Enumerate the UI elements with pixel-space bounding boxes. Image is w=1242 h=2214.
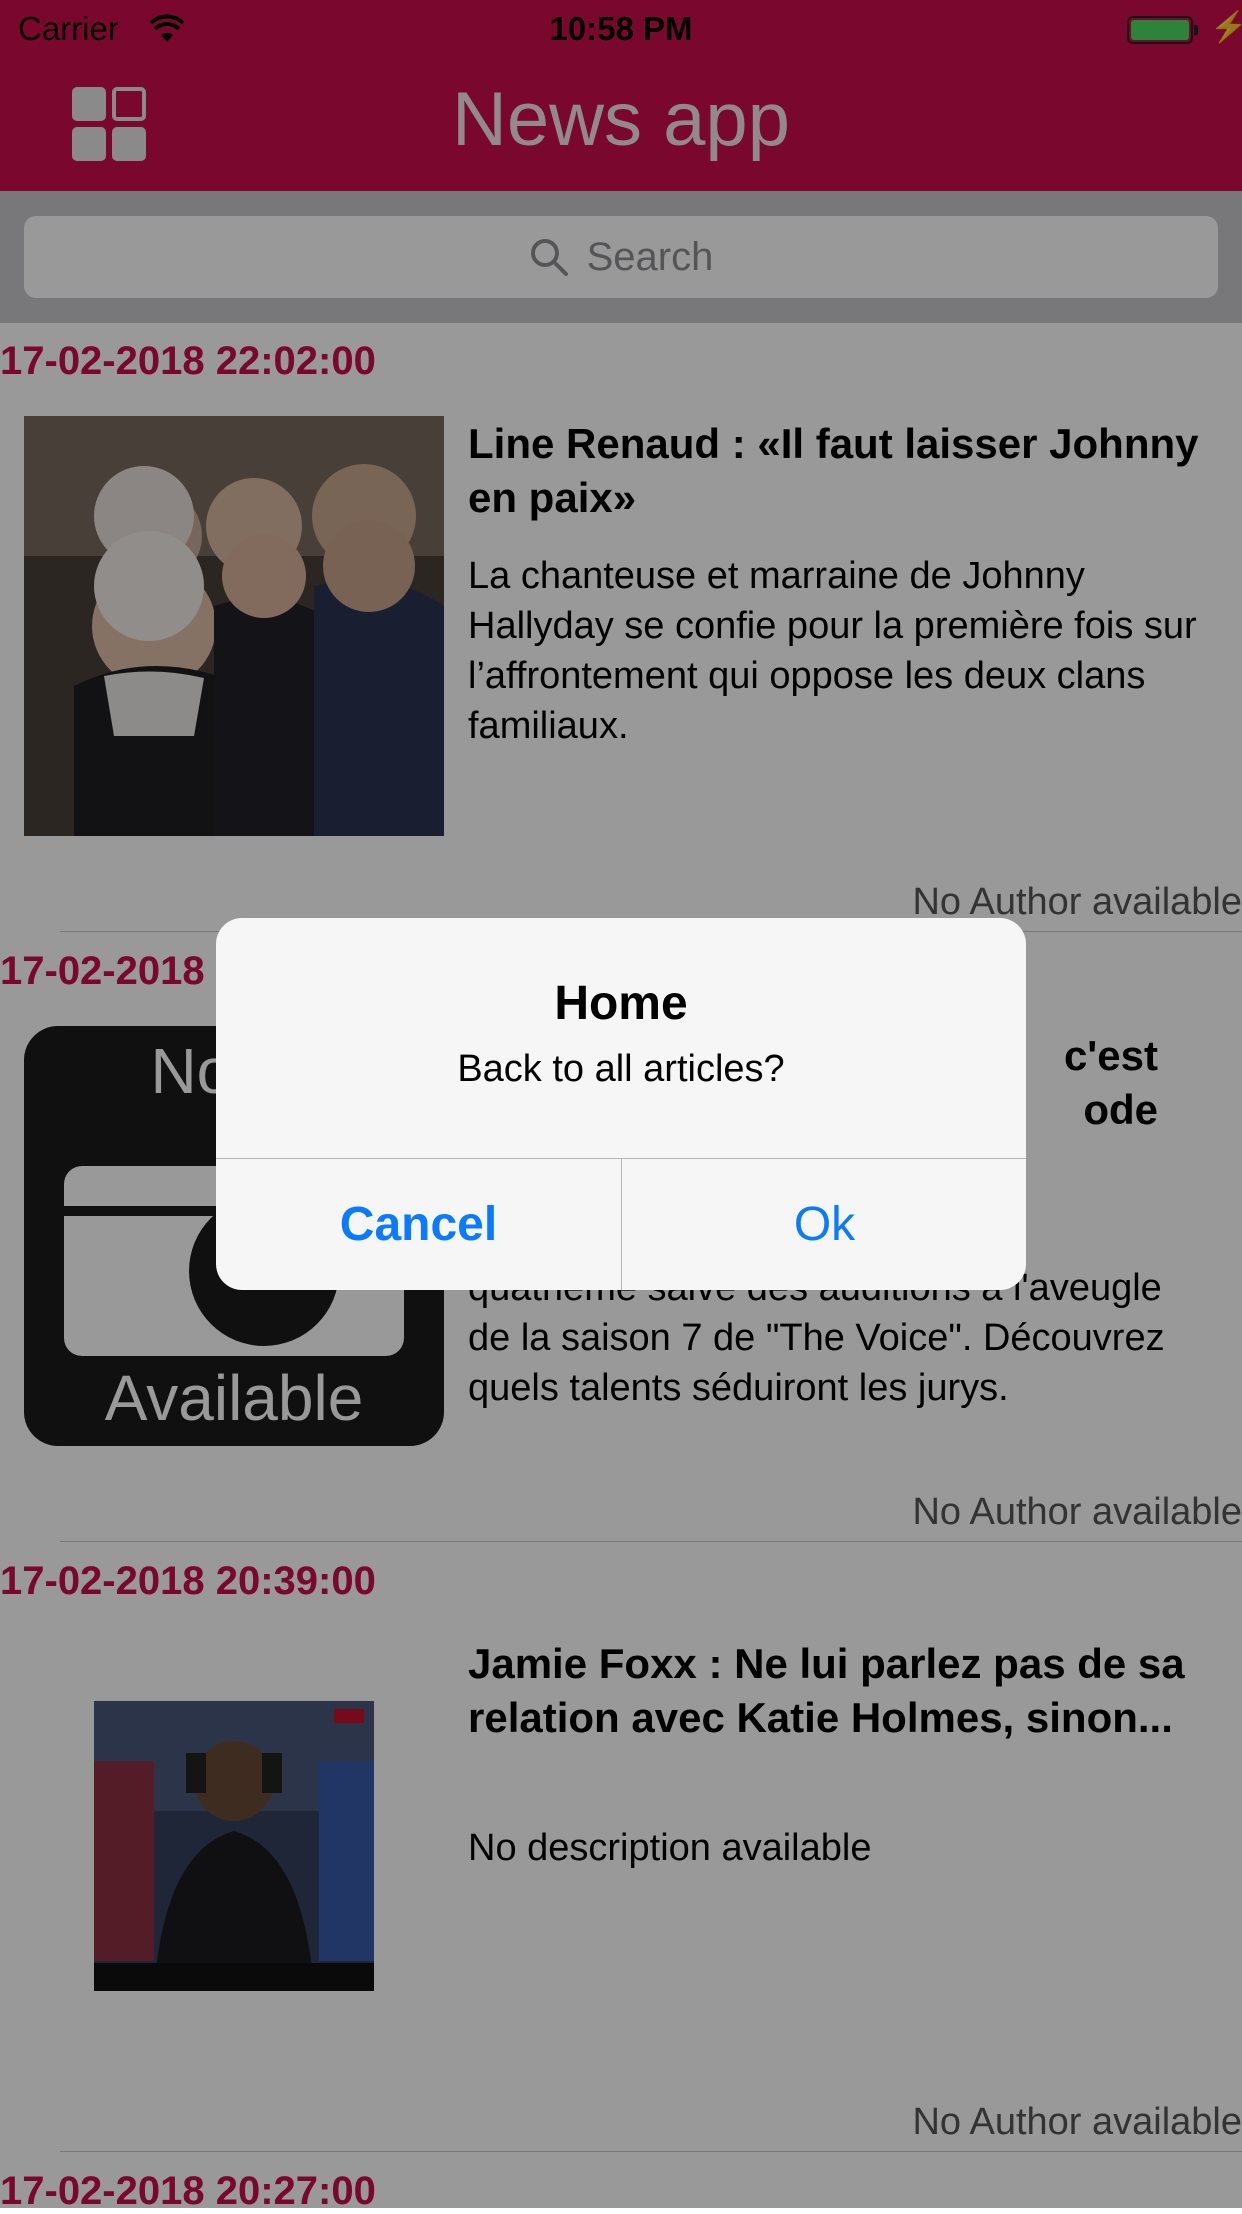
- alert-title: Home: [554, 977, 688, 1030]
- cancel-button[interactable]: Cancel: [216, 1159, 621, 1290]
- alert-dialog: Home Back to all articles? Cancel Ok: [216, 918, 1026, 1290]
- ok-button[interactable]: Ok: [622, 1159, 1026, 1290]
- alert-message: Back to all articles?: [457, 1048, 785, 1090]
